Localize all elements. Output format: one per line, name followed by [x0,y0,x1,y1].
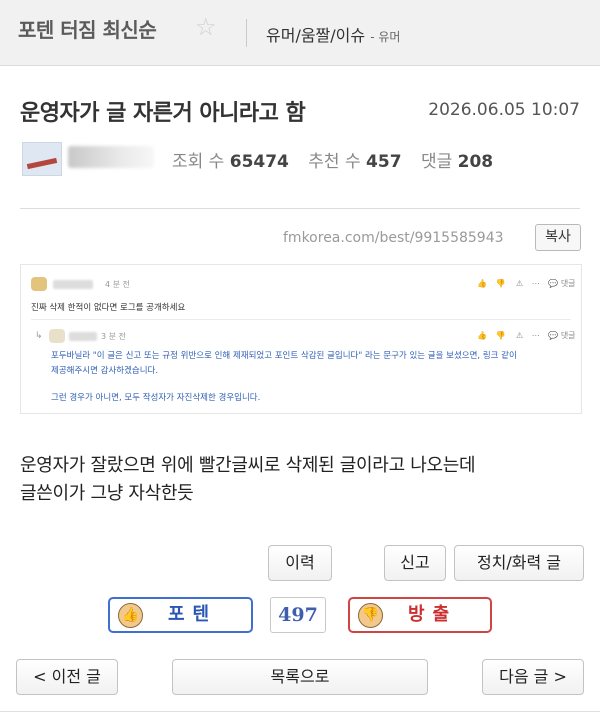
header-divider [246,19,247,47]
reply-name-blurred [69,332,97,341]
embedded-comment-screenshot: 4 분 전 👍 👎 ⚠ ⋯ 💬 댓글 진짜 삭제 한적이 없다면 로그를 공개하… [20,264,582,414]
warning-icon: ⚠ [516,279,524,288]
reply-icon: 💬 [548,331,559,340]
thumbs-up-icon: 👍 [477,331,487,340]
post-body: 운영자가 잘랐으면 위에 빨간글씨로 삭제된 글이라고 나오는데 글쓴이가 그냥… [20,452,476,508]
report-button[interactable]: 신고 [384,545,446,581]
warning-icon: ⚠ [516,331,524,340]
reply-time: 3 분 전 [101,332,126,341]
admin-reply-line: 포두바닐라 "이 글은 신고 또는 규정 위반으로 인해 제재되었고 포인트 삭… [51,351,517,361]
comment-actions: 👍 👎 ⚠ ⋯ 💬 댓글 [477,278,576,289]
subcategory-label: - 유머 [370,30,401,44]
downvote-button[interactable]: 👎 방출 [348,597,492,633]
next-post-button[interactable]: 다음 글 > [482,659,584,695]
prev-post-button[interactable]: < 이전 글 [16,659,118,695]
views-count: 65474 [229,152,289,172]
footer-divider [0,711,600,712]
post-date: 2026.06.05 10:07 [428,100,580,120]
board-title[interactable]: 포텐 터짐 최신순 [18,14,157,43]
reply-arrow-icon: ↳ [35,331,43,341]
post-title: 운영자가 글 자른거 아니라고 함 [20,101,306,126]
reply-label: 댓글 [560,279,576,288]
post-body-line: 글쓴이가 그냥 자삭한듯 [20,483,194,504]
divider [20,208,580,209]
copy-url-button[interactable]: 복사 [535,224,581,251]
admin-reply-text: 포두바닐라 "이 글은 신고 또는 규정 위반으로 인해 제재되었고 포인트 삭… [51,349,517,406]
commenter-avatar [31,277,47,291]
comment-time: 4 분 전 [105,280,130,289]
thumbs-up-icon: 👍 [477,279,487,288]
category-label[interactable]: 유머/움짤/이슈 [266,26,365,45]
upvote-button[interactable]: 👍 포텐 [108,597,253,633]
likes-label: 추천 수 [308,152,361,172]
comment-divider [31,319,571,320]
admin-reply-line: 제공해주시면 감사하겠습니다. [51,366,159,376]
author-avatar[interactable] [22,142,62,176]
comments-count: 208 [457,152,494,172]
reply-avatar [49,329,65,343]
reply-icon: 💬 [548,279,559,288]
views-label: 조회 수 [172,152,225,172]
upvote-label: 포텐 [168,604,218,625]
post-body-line: 운영자가 잘랐으면 위에 빨간글씨로 삭제된 글이라고 나오는데 [20,455,476,476]
vote-count: 497 [270,597,326,633]
reply-actions: 👍 👎 ⚠ ⋯ 💬 댓글 [477,330,576,341]
politics-post-button[interactable]: 정치/화력 글 [454,545,584,581]
comments-label: 댓글 [420,152,453,172]
thumbs-down-icon: 👎 [495,279,506,288]
post-url: fmkorea.com/best/9915585943 [283,230,504,246]
thumbs-down-face-icon: 👎 [358,603,383,628]
board-header: 포텐 터짐 최신순 ☆ 유머/움짤/이슈 - 유머 [0,0,600,66]
category-breadcrumb[interactable]: 유머/움짤/이슈 - 유머 [266,22,400,46]
thumbs-down-icon: 👎 [495,331,506,340]
likes-count: 457 [366,152,402,172]
history-button[interactable]: 이력 [268,545,332,581]
star-icon[interactable]: ☆ [195,13,217,41]
more-icon: ⋯ [531,331,540,340]
back-to-list-button[interactable]: 목록으로 [172,659,428,695]
post-stats: 조회 수 65474 추천 수 457 댓글 208 [172,147,507,172]
commenter-name-blurred [53,280,93,289]
reply-label: 댓글 [560,331,576,340]
comment-text: 진짜 삭제 한적이 없다면 로그를 공개하세요 [31,303,186,313]
author-nickname-blurred[interactable] [68,146,154,168]
thumbs-up-face-icon: 👍 [118,603,143,628]
more-icon: ⋯ [531,279,540,288]
admin-reply-line [51,379,517,391]
admin-reply-line: 그런 경우가 아니면, 모두 작성자가 자진삭제한 경우입니다. [51,393,261,403]
downvote-label: 방출 [408,604,458,625]
